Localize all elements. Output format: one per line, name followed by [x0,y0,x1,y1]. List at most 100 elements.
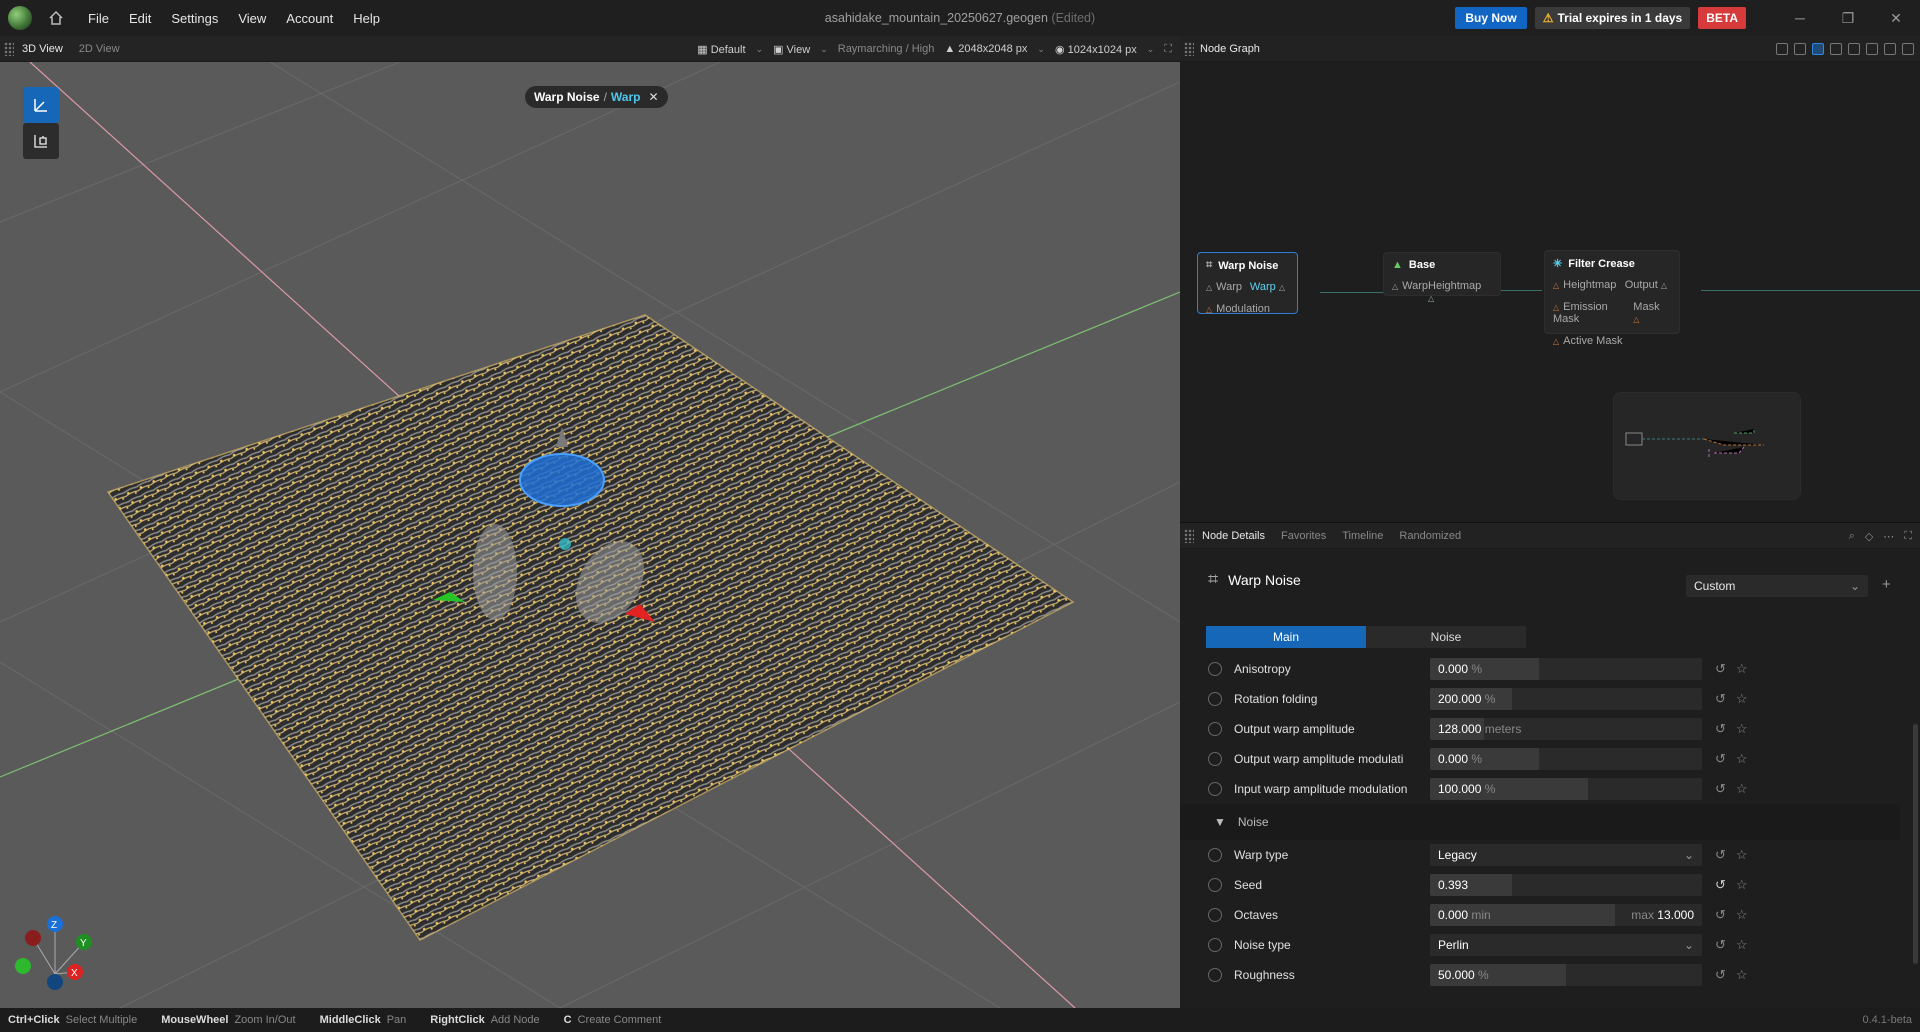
noise-type-select[interactable]: Perlin ⌄ [1430,934,1702,956]
collapse-icon[interactable] [1848,43,1860,55]
reset-icon[interactable]: ↺ [1715,937,1726,953]
view-dropdown[interactable]: ▣ View [773,43,810,56]
reset-icon[interactable]: ↺ [1715,751,1726,767]
tab-main[interactable]: Main [1206,626,1366,648]
expose-toggle[interactable] [1208,782,1222,796]
reset-icon[interactable]: ↺ [1715,661,1726,677]
minimize-icon[interactable]: ─ [1776,0,1824,36]
octaves-range-slider[interactable]: 0.000 min max 13.000 [1430,904,1702,926]
layout-default-dropdown[interactable]: ▦ Default [697,43,745,56]
reset-icon[interactable]: ↺ [1715,967,1726,983]
menu-view[interactable]: View [228,11,276,26]
output-port[interactable]: Heightmap △ [1428,280,1492,304]
search-icon[interactable]: ⌕ [1849,530,1855,543]
menu-help[interactable]: Help [343,11,390,26]
tab-timeline[interactable]: Timeline [1334,530,1391,542]
layout-icon[interactable] [1812,43,1824,55]
trial-badge[interactable]: ⚠ Trial expires in 1 days [1534,7,1691,29]
tab-randomized[interactable]: Randomized [1391,530,1469,542]
input-port[interactable]: △ Emission Mask [1553,301,1633,325]
preview-resolution-dropdown[interactable]: ◉ 1024x1024 px [1055,43,1137,56]
breadcrumb-node[interactable]: Warp Noise [534,90,600,104]
drag-handle-icon[interactable] [1184,41,1194,56]
reset-icon[interactable]: ↺ [1715,691,1726,707]
star-icon[interactable]: ☆ [1736,661,1748,677]
star-icon[interactable]: ☆ [1736,847,1748,863]
star-icon[interactable]: ☆ [1736,937,1748,953]
expose-toggle[interactable] [1208,878,1222,892]
menu-edit[interactable]: Edit [119,11,161,26]
add-preset-icon[interactable]: + [1882,576,1891,593]
resolution-dropdown[interactable]: ▲ 2048x2048 px [944,43,1027,55]
reset-icon[interactable]: ↺ [1715,781,1726,797]
viewport-3d[interactable]: Z Y X Warp Noise / Warp ✕ [0,62,1180,1008]
input-port[interactable]: △ Modulation [1206,303,1270,315]
star-icon[interactable]: ☆ [1736,781,1748,797]
tab-3d-view[interactable]: 3D View [14,43,71,55]
input-port[interactable]: △ Warp [1392,280,1428,304]
star-icon[interactable]: ☆ [1736,907,1748,923]
reset-icon[interactable]: ↺ [1715,877,1726,893]
snap-icon[interactable] [1884,43,1896,55]
node-base[interactable]: ▲ Base △ Warp Heightmap △ [1383,252,1501,303]
more-icon[interactable]: ⋯ [1883,530,1894,543]
expose-toggle[interactable] [1208,938,1222,952]
node-graph-panel[interactable]: Node Graph ⌗ Warp Noise △ Warp Warp △ △ Modu… [1180,36,1920,522]
list-icon[interactable] [1794,43,1806,55]
seed-slider[interactable]: 0.393 [1430,874,1702,896]
fullscreen-icon[interactable] [1902,43,1914,55]
menu-settings[interactable]: Settings [161,11,228,26]
node-filter-crease[interactable]: ✳ Filter Crease △ Heightmap Output △ △ Emiss… [1544,250,1680,347]
star-icon[interactable]: ☆ [1736,877,1748,893]
close-icon[interactable]: ✕ [1872,0,1920,36]
expose-toggle[interactable] [1208,752,1222,766]
close-icon[interactable]: ✕ [648,90,658,104]
chevron-down-icon[interactable]: ⌄ [1037,44,1045,55]
menu-file[interactable]: File [78,11,119,26]
chevron-down-icon[interactable]: ⌄ [756,44,764,55]
menu-account[interactable]: Account [276,11,343,26]
expose-toggle[interactable] [1208,692,1222,706]
render-mode[interactable]: Raymarching / High [838,43,935,55]
input-port[interactable]: △ Heightmap [1553,279,1616,291]
tab-noise[interactable]: Noise [1366,626,1526,648]
warp-type-select[interactable]: Legacy ⌄ [1430,844,1702,866]
reset-icon[interactable]: ↺ [1715,907,1726,923]
expose-toggle[interactable] [1208,662,1222,676]
axis-orientation-indicator[interactable]: Z Y X [15,916,92,990]
param-value-slider[interactable]: 200.000 % [1430,688,1702,710]
star-icon[interactable]: ☆ [1736,721,1748,737]
fit-icon[interactable] [1866,43,1878,55]
star-icon[interactable]: ☆ [1736,751,1748,767]
star-icon[interactable]: ☆ [1736,967,1748,983]
tab-favorites[interactable]: Favorites [1273,530,1334,542]
home-icon[interactable] [48,10,64,26]
output-port[interactable]: Output △ [1625,279,1671,291]
param-value-slider[interactable]: 100.000 % [1430,778,1702,800]
param-value-slider[interactable]: 0.000 % [1430,748,1702,770]
terrain-heightmap[interactable] [108,315,1073,940]
scene-canvas[interactable]: Z Y X [0,62,1180,1008]
breadcrumb-output[interactable]: Warp [611,90,641,104]
roughness-slider[interactable]: 50.000 % [1430,964,1702,986]
tab-2d-view[interactable]: 2D View [71,43,128,55]
chevron-down-icon[interactable]: ⌄ [820,44,828,55]
grid-icon[interactable] [1830,43,1842,55]
reset-icon[interactable]: ↺ [1715,721,1726,737]
output-port[interactable]: Mask △ [1633,301,1671,325]
buy-now-button[interactable]: Buy Now [1455,7,1527,29]
search-icon[interactable] [1776,43,1788,55]
param-value-slider[interactable]: 0.000 % [1430,658,1702,680]
star-icon[interactable]: ☆ [1736,691,1748,707]
drag-handle-icon[interactable] [4,41,14,56]
camera-tool-button[interactable] [23,123,59,159]
expose-toggle[interactable] [1208,908,1222,922]
axis-tool-button[interactable] [23,87,59,123]
maximize-icon[interactable]: ❐ [1824,0,1872,36]
input-port[interactable]: △ Active Mask [1553,335,1622,347]
expand-icon[interactable]: ⛶ [1904,530,1912,543]
output-port[interactable]: Warp △ [1250,281,1289,293]
reset-icon[interactable]: ↺ [1715,847,1726,863]
expose-toggle[interactable] [1208,968,1222,982]
node-warp-noise[interactable]: ⌗ Warp Noise △ Warp Warp △ △ Modulation [1197,252,1298,315]
